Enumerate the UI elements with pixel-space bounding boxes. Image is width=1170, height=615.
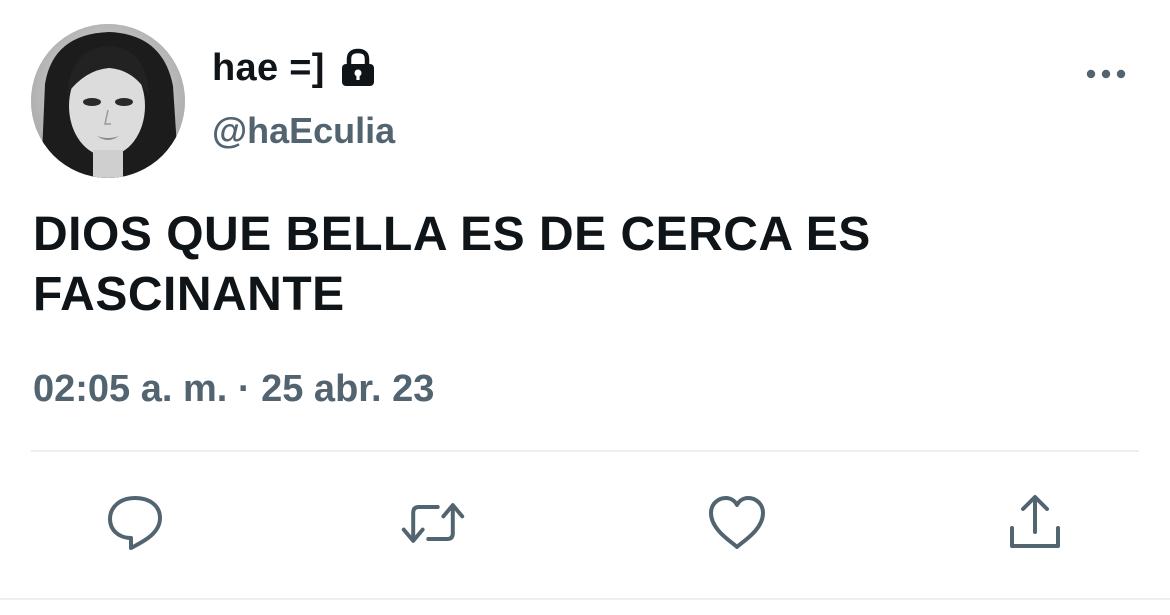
avatar[interactable]: [31, 24, 185, 178]
user-handle[interactable]: @haEculia: [212, 110, 395, 152]
heart-icon: [709, 496, 765, 549]
share-icon: [1010, 495, 1060, 548]
share-button[interactable]: [1002, 490, 1068, 556]
reply-button[interactable]: [102, 490, 168, 556]
display-name[interactable]: hae =]: [212, 47, 325, 90]
retweet-button[interactable]: [400, 490, 466, 556]
display-name-row: hae =]: [212, 40, 379, 96]
retweet-icon: [401, 503, 465, 543]
reply-icon: [108, 496, 162, 550]
like-button[interactable]: [704, 490, 770, 556]
divider: [31, 450, 1139, 452]
lock-icon: [337, 47, 379, 89]
bottom-divider: [0, 598, 1170, 600]
tweet-card: hae =] @haEculia DIOS QUE BELLA ES DE CE…: [0, 0, 1170, 615]
action-bar: [0, 490, 1170, 560]
more-icon[interactable]: [1084, 60, 1128, 88]
tweet-timestamp[interactable]: 02:05 a. m. · 25 abr. 23: [33, 368, 434, 411]
tweet-text: DIOS QUE BELLA ES DE CERCA ES FASCINANTE: [33, 208, 871, 321]
avatar-image: [31, 24, 185, 178]
